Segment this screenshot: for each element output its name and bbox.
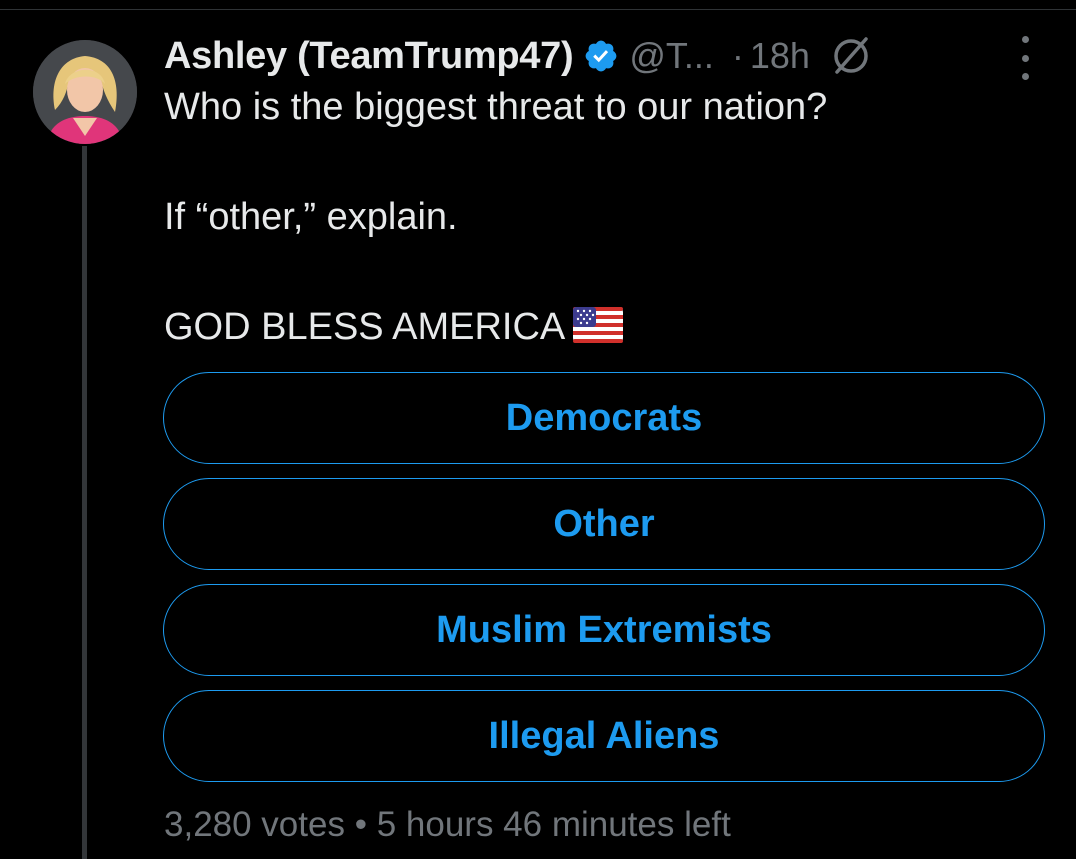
post-text-line-1: Who is the biggest threat to our nation? [164, 86, 828, 128]
display-name[interactable]: Ashley (TeamTrump47) [164, 35, 574, 78]
post-text-line-2: If “other,” explain. [164, 196, 458, 238]
post-header: Ashley (TeamTrump47) @T... · 18h [164, 30, 1064, 82]
poll-option-other[interactable]: Other [163, 478, 1045, 570]
post-text-line-3: GOD BLESS AMERICA [164, 306, 624, 349]
more-dot [1021, 73, 1029, 80]
poll-meta: 3,280 votes • 5 hours 46 minutes left [164, 805, 731, 845]
top-divider [0, 9, 1076, 10]
avatar[interactable] [33, 40, 137, 144]
poll-option-label: Other [553, 502, 655, 545]
poll-option-democrats[interactable]: Democrats [163, 372, 1045, 464]
poll-option-label: Illegal Aliens [488, 714, 720, 757]
poll-time-left: 5 hours 46 minutes left [376, 805, 731, 844]
more-dot [1021, 36, 1029, 43]
poll-option-illegal-aliens[interactable]: Illegal Aliens [163, 690, 1045, 782]
poll-option-label: Democrats [505, 396, 703, 439]
header-separator: · [731, 35, 744, 76]
more-options-icon[interactable] [1010, 36, 1040, 80]
verified-badge-icon [583, 38, 619, 74]
post-text-line-3-label: GOD BLESS AMERICA [164, 306, 566, 348]
poll-votes: 3,280 votes [164, 805, 345, 844]
handle[interactable]: @T... [629, 35, 714, 77]
post-time[interactable]: 18h [750, 35, 810, 77]
edited-icon [828, 33, 874, 79]
more-dot [1021, 54, 1029, 62]
poll-option-label: Muslim Extremists [436, 608, 772, 651]
poll-meta-bullet: • [354, 805, 367, 844]
thread-line [82, 146, 87, 859]
poll-option-muslim-extremists[interactable]: Muslim Extremists [163, 584, 1045, 676]
us-flag-emoji-icon [573, 307, 624, 343]
